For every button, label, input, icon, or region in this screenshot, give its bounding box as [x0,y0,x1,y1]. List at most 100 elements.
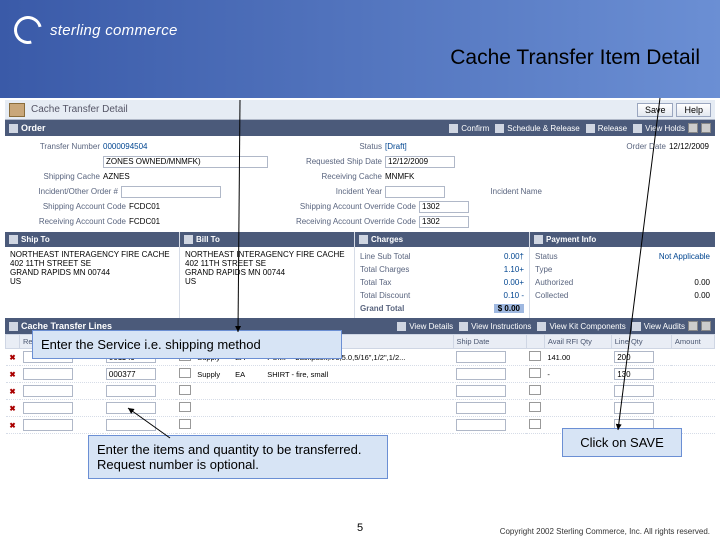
col-lineqty[interactable]: Line Qty [611,335,671,349]
col-ship[interactable]: Ship Date [453,335,526,349]
order-bar: Order Confirm Schedule & Release Release… [5,120,715,136]
col-amount[interactable]: Amount [671,335,714,349]
ship-acct-label: Shipping Account Code [11,202,129,211]
linesbar-expand[interactable] [701,321,711,331]
shipdate-input[interactable] [456,368,506,380]
incident-order-input[interactable] [121,186,221,198]
lineqty-input[interactable] [614,402,654,414]
authorized-label: Authorized [535,278,576,287]
calendar-icon[interactable] [529,351,541,361]
help-button[interactable]: Help [676,103,711,117]
incident-year-label: Incident Year [221,187,385,196]
reqnum-input[interactable] [23,419,73,431]
reqnum-input[interactable] [23,385,73,397]
remove-row-icon[interactable]: ✖ [6,417,20,434]
shipping-cache-value: AZNES [103,172,233,181]
search-icon[interactable] [179,385,191,395]
ship-override-input[interactable] [419,201,469,213]
confirm-icon [449,124,458,133]
action-schedule-release[interactable]: Schedule & Release [495,124,580,133]
remove-row-icon[interactable]: ✖ [6,383,20,400]
callout-items: Enter the items and quantity to be trans… [88,435,388,479]
remove-row-icon[interactable]: ✖ [6,349,20,366]
save-button[interactable]: Save [637,103,674,117]
total-charges-label: Total Charges [360,265,412,274]
total-charges-value[interactable]: 1.10+ [504,265,524,274]
status-value[interactable]: [Draft] [385,142,465,151]
desc-value: SHIRT - fire, small [264,366,453,383]
orderbar-dropdown[interactable] [688,123,698,133]
shipdate-input[interactable] [456,351,506,363]
item-input[interactable] [106,368,156,380]
shipto-panel: Ship To NORTHEAST INTERAGENCY FIRE CACHE… [5,232,180,318]
action-view-instructions[interactable]: View Instructions [459,322,531,331]
release-icon [586,124,595,133]
item-input[interactable] [106,385,156,397]
calendar-icon[interactable] [529,385,541,395]
logo: sterling commerce [14,16,178,44]
availrfi-value: - [544,366,611,383]
action-view-holds[interactable]: View Holds [633,124,685,133]
pay-status-value[interactable]: Not Applicable [659,252,710,261]
lineqty-input[interactable] [614,351,654,363]
holds-icon [633,124,642,133]
slide-title: Cache Transfer Item Detail [450,46,700,70]
order-icon [9,124,18,133]
calendar-icon[interactable] [529,419,541,429]
reqnum-input[interactable] [23,368,73,380]
shipto-line: GRAND RAPIDS MN 00744 [10,268,174,277]
item-input[interactable] [106,402,156,414]
pc-value: Supply [194,366,232,383]
calendar-icon[interactable] [529,368,541,378]
action-confirm[interactable]: Confirm [449,124,489,133]
billto-line: US [185,277,349,286]
action-release[interactable]: Release [586,124,627,133]
slide-header: sterling commerce Cache Transfer Item De… [0,0,720,98]
breadcrumb-bar: Cache Transfer Detail Save Help [5,100,715,120]
search-icon[interactable] [179,419,191,429]
shipto-title: Ship To [21,235,50,244]
ship-override-label: Shipping Account Override Code [239,202,419,211]
payment-title: Payment Info [546,235,596,244]
shipdate-input[interactable] [456,385,506,397]
incident-year-input[interactable] [385,186,445,198]
total-discount-value[interactable]: 0.10 - [504,291,524,300]
orderbar-expand[interactable] [701,123,711,133]
details-icon [397,322,406,331]
receiving-cache-value: MNMFK [385,172,414,181]
shipdate-input[interactable] [456,402,506,414]
line-sub-value[interactable]: 0.00† [504,252,524,261]
item-input[interactable] [106,419,156,431]
remove-row-icon[interactable]: ✖ [6,366,20,383]
billto-panel: Bill To NORTHEAST INTERAGENCY FIRE CACHE… [180,232,355,318]
pay-status-label: Status [535,252,561,261]
action-view-audits[interactable]: View Audits [632,322,685,331]
recv-acct-value: FCDC01 [129,217,239,226]
action-view-kit[interactable]: View Kit Components [537,322,625,331]
transfer-number-value[interactable]: 0000094504 [103,142,183,151]
recv-override-input[interactable] [419,216,469,228]
zone-input[interactable] [103,156,268,168]
shipdate-input[interactable] [456,419,506,431]
req-ship-input[interactable] [385,156,455,168]
col-availrfi[interactable]: Avail RFI Qty [544,335,611,349]
calendar-icon[interactable] [529,402,541,412]
schedule-icon [495,124,504,133]
incident-name-label: Incident Name [445,187,545,196]
linesbar-dropdown[interactable] [688,321,698,331]
lineqty-input[interactable] [614,368,654,380]
total-tax-value[interactable]: 0.00+ [504,278,524,287]
reqnum-input[interactable] [23,402,73,414]
billto-line: GRAND RAPIDS MN 00744 [185,268,349,277]
logo-icon [9,11,47,49]
order-date-value: 12/12/2009 [669,142,709,151]
remove-row-icon[interactable]: ✖ [6,400,20,417]
search-icon[interactable] [179,368,191,378]
search-icon[interactable] [179,402,191,412]
recv-acct-label: Receiving Account Code [11,217,129,226]
copyright: Copyright 2002 Sterling Commerce, Inc. A… [500,527,710,536]
lineqty-input[interactable] [614,385,654,397]
action-view-details[interactable]: View Details [397,322,453,331]
req-ship-label: Requested Ship Date [268,157,385,166]
availrfi-value: 141.00 [544,349,611,366]
